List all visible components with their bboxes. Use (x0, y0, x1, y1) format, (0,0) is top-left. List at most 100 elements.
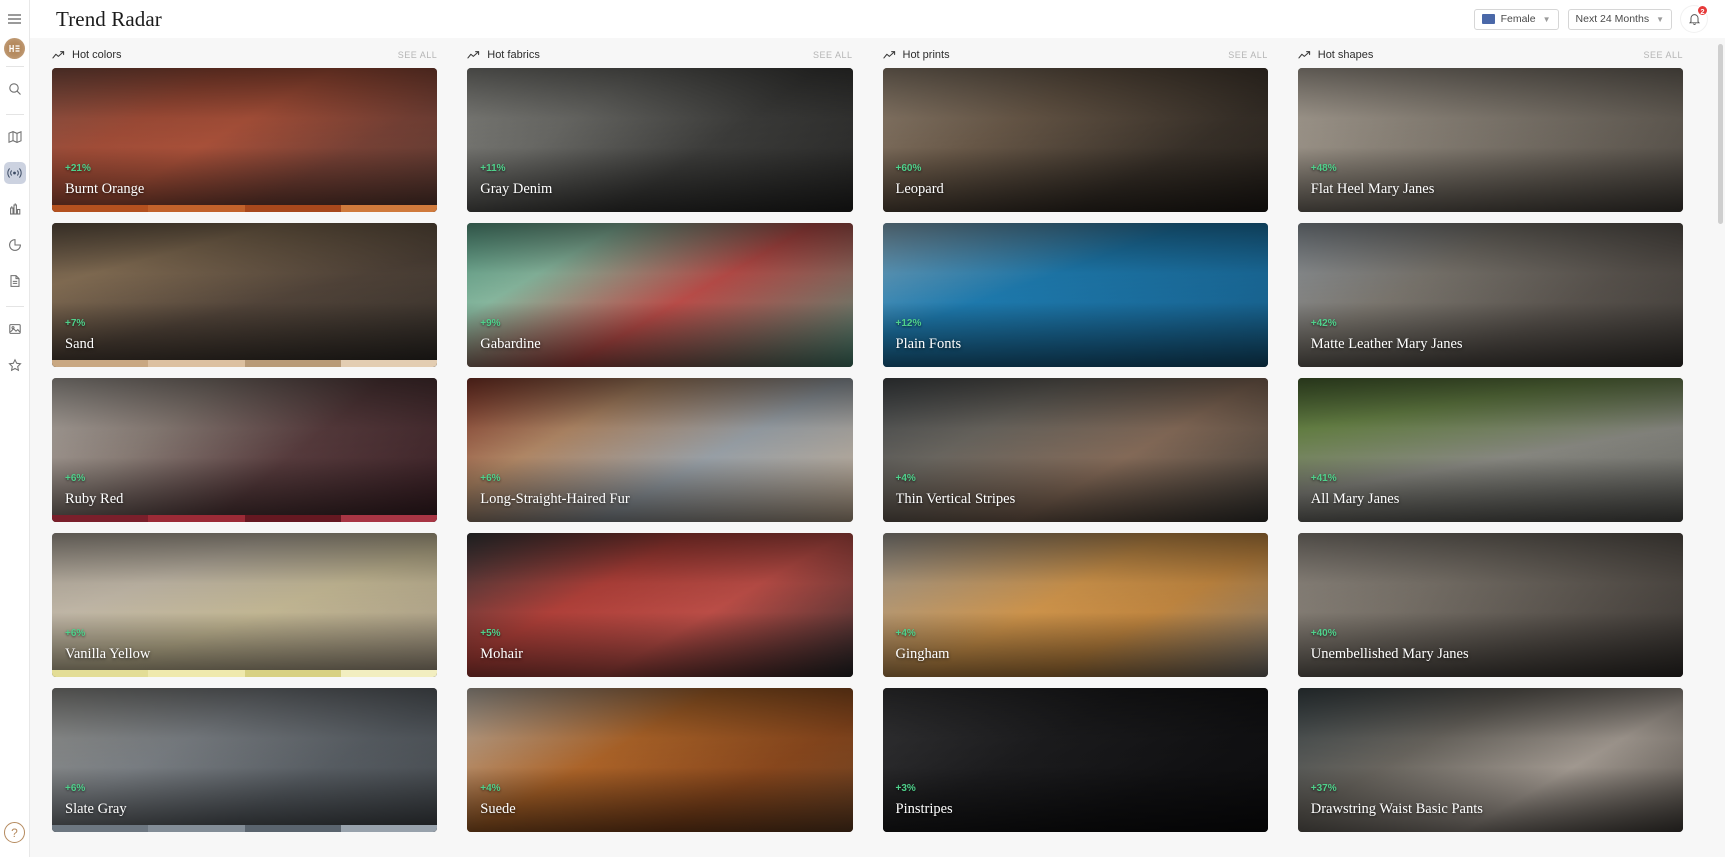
trend-card[interactable]: +7% Sand (52, 223, 438, 367)
color-swatch (340, 825, 438, 832)
card-list: +21% Burnt Orange +7% Sand +6% Ruby Red +6% Van… (52, 68, 438, 832)
see-all-link[interactable]: SEE ALL (1643, 50, 1683, 60)
trend-card[interactable]: +41% All Mary Janes (1297, 378, 1683, 522)
color-swatch-strip (52, 670, 438, 677)
card-title: Plain Fonts (895, 336, 962, 352)
sidebar-item-favorites[interactable] (4, 354, 26, 376)
column-hot-shapes: Hot shapes SEE ALL +48% Flat Heel Mary Ja… (1297, 38, 1713, 857)
color-swatch (340, 205, 438, 212)
color-swatch (148, 825, 245, 832)
color-swatch (340, 360, 438, 367)
gender-filter-dropdown[interactable]: Female ▼ (1473, 8, 1559, 30)
trend-card[interactable]: +5% Mohair (467, 533, 853, 677)
column-header: Hot fabrics SEE ALL (467, 42, 852, 68)
time-range-dropdown[interactable]: Next 24 Months ▼ (1567, 8, 1672, 30)
divider (5, 66, 24, 67)
chevron-down-icon: ▼ (1656, 14, 1664, 24)
column-header: Hot colors SEE ALL (52, 42, 437, 68)
gender-swatch-icon (1481, 14, 1495, 24)
color-swatch (244, 825, 341, 832)
notification-badge: 2 (1697, 5, 1708, 16)
trend-up-icon (467, 50, 480, 60)
card-title: Thin Vertical Stripes (895, 491, 1016, 507)
trend-card[interactable]: +3% Pinstripes (882, 688, 1268, 832)
color-swatch-strip (52, 360, 438, 367)
chevron-down-icon: ▼ (1542, 14, 1551, 24)
card-list: +48% Flat Heel Mary Janes +42% Matte Leathe… (1297, 68, 1683, 832)
column-title: Hot fabrics (487, 49, 540, 61)
sidebar-item-reports[interactable] (4, 234, 26, 256)
card-growth-percent: +7% (65, 318, 86, 329)
card-growth-percent: +5% (480, 628, 501, 639)
card-growth-percent: +6% (65, 783, 86, 794)
top-bar: Trend Radar Female ▼ Next 24 Months ▼ 2 (30, 0, 1725, 38)
trend-card[interactable]: +12% Plain Fonts (882, 223, 1268, 367)
scrollbar-thumb[interactable] (1718, 44, 1723, 224)
see-all-link[interactable]: SEE ALL (813, 50, 853, 60)
divider (5, 306, 24, 307)
see-all-link[interactable]: SEE ALL (1228, 50, 1268, 60)
color-swatch (148, 670, 245, 677)
trend-card[interactable]: +48% Flat Heel Mary Janes (1297, 68, 1683, 212)
card-growth-percent: +3% (895, 783, 916, 794)
sidebar-item-trend-radar[interactable] (3, 162, 26, 184)
color-swatch-strip (52, 515, 438, 522)
card-title: Gabardine (480, 336, 541, 352)
trend-card[interactable]: +4% Thin Vertical Stripes (882, 378, 1268, 522)
card-growth-percent: +11% (480, 163, 506, 174)
color-swatch (148, 360, 245, 367)
sidebar-item-map[interactable] (4, 126, 26, 148)
card-title: Leopard (895, 181, 944, 197)
time-range-label: Next 24 Months (1575, 13, 1650, 25)
sidebar-item-documents[interactable] (4, 270, 26, 292)
hamburger-icon[interactable] (0, 6, 30, 32)
color-swatch (52, 360, 149, 367)
card-list: +60% Leopard +12% Plain Fonts +4% Thin Vertic… (882, 68, 1268, 832)
trend-card[interactable]: +21% Burnt Orange (52, 68, 438, 212)
trend-card[interactable]: +40% Unembellished Mary Janes (1297, 533, 1683, 677)
color-swatch (340, 515, 438, 522)
trend-card[interactable]: +4% Suede (467, 688, 853, 832)
column-hot-prints: Hot prints SEE ALL +60% Leopard +12% Plain … (882, 38, 1298, 857)
divider (5, 114, 24, 115)
trend-card[interactable]: +6% Ruby Red (52, 378, 438, 522)
trend-card[interactable]: +60% Leopard (882, 68, 1268, 212)
card-title: Unembellished Mary Janes (1310, 646, 1469, 662)
card-title: Drawstring Waist Basic Pants (1310, 801, 1483, 817)
trend-card[interactable]: +6% Vanilla Yellow (52, 533, 438, 677)
trend-card[interactable]: +6% Long-Straight-Haired Fur (467, 378, 853, 522)
trend-card[interactable]: +11% Gray Denim (467, 68, 853, 212)
card-growth-percent: +21% (65, 163, 91, 174)
trend-card[interactable]: +42% Matte Leather Mary Janes (1297, 223, 1683, 367)
card-growth-percent: +60% (895, 163, 922, 174)
card-list: +11% Gray Denim +9% Gabardine +6% Long-Straig… (467, 68, 853, 832)
card-growth-percent: +4% (895, 473, 916, 484)
sidebar-item-analytics[interactable] (4, 198, 26, 220)
help-button[interactable]: ? (4, 822, 25, 843)
trend-card[interactable]: +6% Slate Gray (52, 688, 438, 832)
column-title: Hot prints (902, 49, 950, 61)
card-growth-percent: +6% (65, 473, 86, 484)
card-growth-percent: +40% (1310, 628, 1337, 639)
board-scrollbar[interactable] (1718, 44, 1723, 851)
sidebar-item-images[interactable] (4, 318, 26, 340)
color-swatch (244, 205, 341, 212)
card-title: Mohair (480, 646, 523, 662)
color-swatch (244, 670, 341, 677)
trend-up-icon (1298, 50, 1311, 60)
color-swatch (52, 205, 149, 212)
card-growth-percent: +6% (480, 473, 501, 484)
trend-card[interactable]: +9% Gabardine (467, 223, 853, 367)
trend-card[interactable]: +4% Gingham (882, 533, 1268, 677)
card-title: All Mary Janes (1310, 491, 1400, 507)
avatar[interactable] (4, 38, 25, 59)
card-title: Long-Straight-Haired Fur (480, 491, 630, 507)
left-sidebar: ? (0, 0, 30, 857)
sidebar-item-search[interactable] (4, 78, 26, 100)
card-title: Burnt Orange (65, 181, 145, 197)
trend-card[interactable]: +37% Drawstring Waist Basic Pants (1297, 688, 1683, 832)
trend-up-icon (52, 50, 65, 60)
notifications-button[interactable]: 2 (1681, 5, 1708, 32)
see-all-link[interactable]: SEE ALL (398, 50, 438, 60)
top-bar-controls: Female ▼ Next 24 Months ▼ 2 (1473, 5, 1708, 32)
